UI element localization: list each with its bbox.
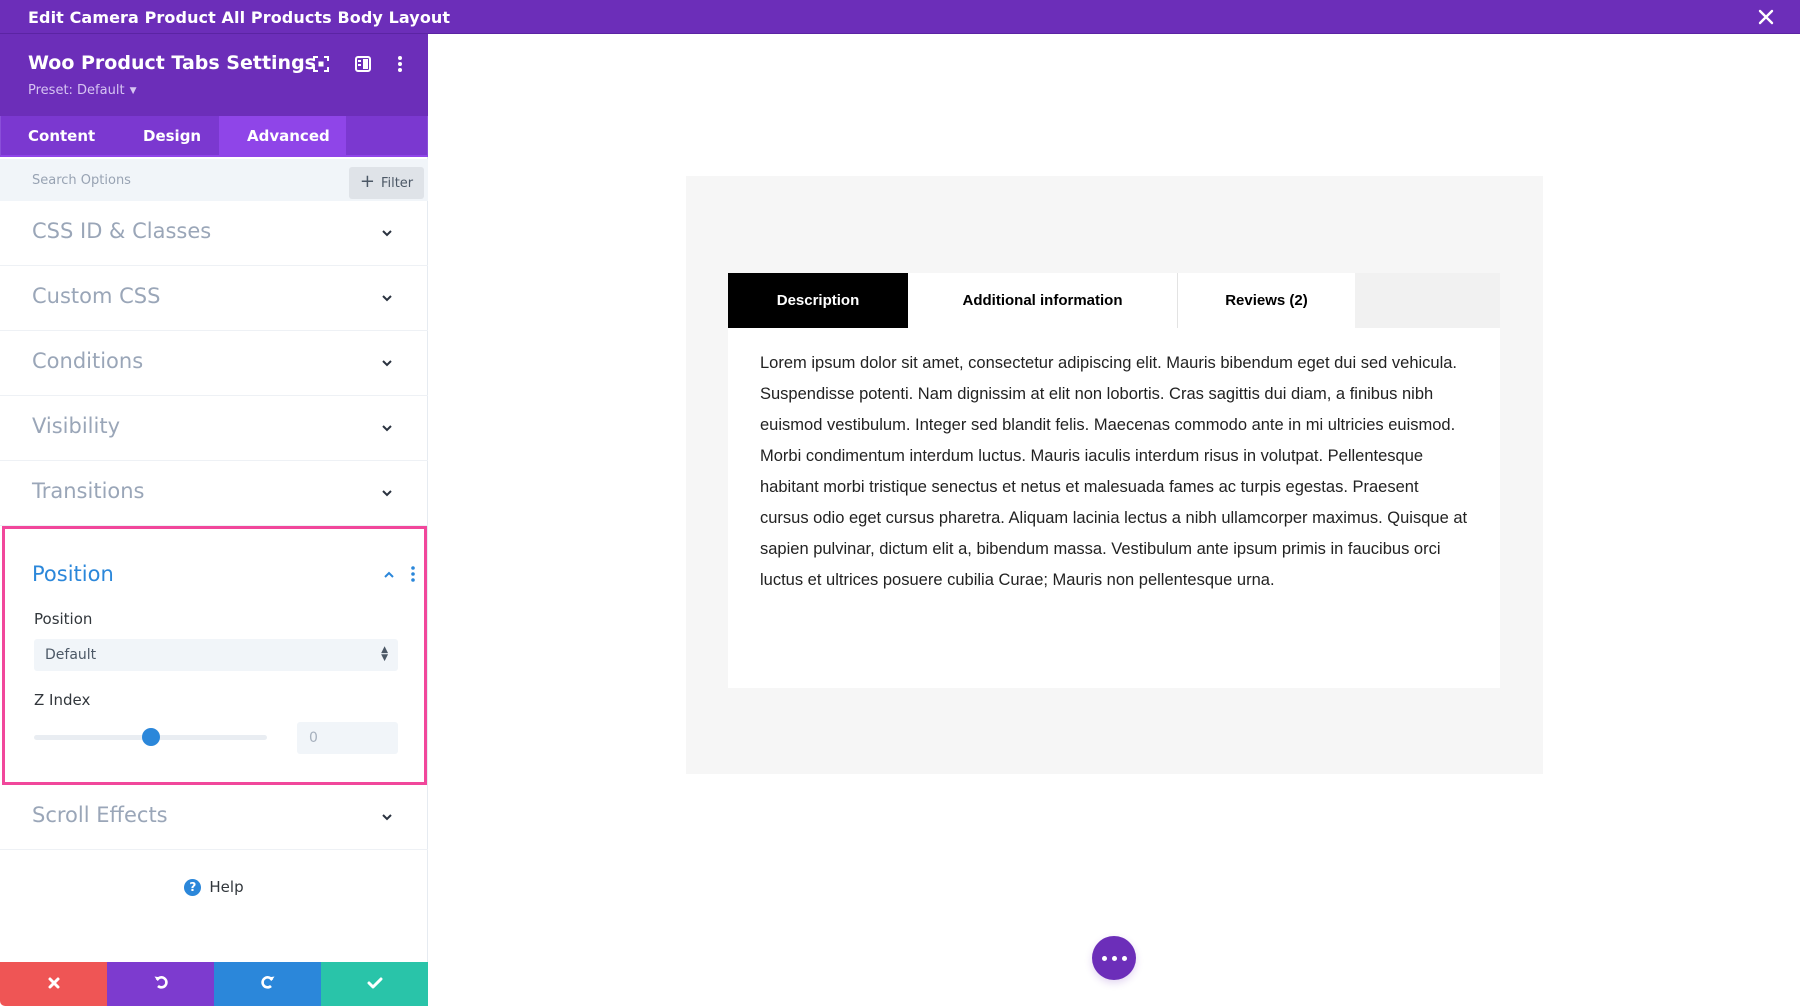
help-icon: ? xyxy=(184,878,202,896)
section-label: Custom CSS xyxy=(32,284,161,308)
section-label: CSS ID & Classes xyxy=(32,219,212,243)
section-custom-css[interactable]: Custom CSS xyxy=(0,266,428,331)
chevron-down-icon xyxy=(380,809,394,823)
section-options-icon[interactable] xyxy=(410,565,416,583)
caret-down-icon: ▼ xyxy=(129,86,137,96)
tab-design[interactable]: Design xyxy=(115,116,219,155)
chevron-down-icon xyxy=(380,420,394,434)
sidebar-header: Woo Product Tabs Settings Preset: Defaul… xyxy=(0,34,428,116)
section-label: Visibility xyxy=(32,414,121,438)
filter-button[interactable]: + Filter xyxy=(349,167,424,199)
section-label: Scroll Effects xyxy=(32,803,168,827)
z-index-slider-thumb[interactable] xyxy=(141,728,160,746)
sidebar-footer xyxy=(0,962,428,1006)
redo-button[interactable] xyxy=(214,962,321,1006)
product-tab-panel: Lorem ipsum dolor sit amet, consectetur … xyxy=(728,328,1500,688)
section-conditions[interactable]: Conditions xyxy=(0,331,428,396)
chevron-down-icon xyxy=(380,290,394,304)
section-scroll-effects[interactable]: Scroll Effects xyxy=(0,785,428,850)
product-tab-reviews[interactable]: Reviews (2) xyxy=(1178,273,1355,328)
window-title: Edit Camera Product All Products Body La… xyxy=(28,8,451,27)
close-icon[interactable] xyxy=(1754,5,1778,29)
z-index-input[interactable] xyxy=(297,722,398,754)
help-link[interactable]: ? Help xyxy=(0,878,428,896)
more-dots-icon xyxy=(1121,955,1127,961)
select-arrows-icon: ▲ ▼ xyxy=(381,645,388,663)
search-options-input[interactable] xyxy=(0,159,340,201)
position-select-value: Default xyxy=(45,647,97,663)
focus-mode-icon[interactable] xyxy=(311,54,331,74)
product-tab-description[interactable]: Description xyxy=(728,273,908,328)
section-transitions[interactable]: Transitions xyxy=(0,461,428,526)
discard-button[interactable] xyxy=(0,962,107,1006)
z-index-label: Z Index xyxy=(34,691,91,709)
section-visibility[interactable]: Visibility xyxy=(0,396,428,461)
close-icon xyxy=(47,975,61,994)
chevron-up-icon[interactable] xyxy=(382,567,396,581)
save-button[interactable] xyxy=(321,962,428,1006)
help-label: Help xyxy=(209,878,244,896)
more-dots-icon xyxy=(1111,955,1117,961)
chevron-down-icon xyxy=(380,225,394,239)
preset-label: Preset: Default xyxy=(28,83,125,98)
split-view-icon[interactable] xyxy=(353,54,373,74)
more-options-icon[interactable] xyxy=(390,54,410,74)
chevron-down-icon xyxy=(380,485,394,499)
plus-icon: + xyxy=(359,171,375,192)
settings-sidebar: Woo Product Tabs Settings Preset: Defaul… xyxy=(0,34,428,1006)
section-label: Transitions xyxy=(32,479,145,503)
preset-dropdown[interactable]: Preset: Default ▼ xyxy=(28,83,136,98)
check-icon xyxy=(367,975,383,994)
position-field-label: Position xyxy=(34,610,93,628)
section-css-id-classes[interactable]: CSS ID & Classes xyxy=(0,201,428,266)
filter-label: Filter xyxy=(380,175,414,191)
page-settings-button[interactable] xyxy=(1092,936,1136,980)
top-bar: Edit Camera Product All Products Body La… xyxy=(0,0,1800,34)
module-title: Woo Product Tabs Settings xyxy=(28,52,316,74)
section-position: Position Position Default ▲ ▼ Z Index xyxy=(2,526,427,785)
search-row: + Filter xyxy=(0,159,428,201)
settings-tabs: Content Design Advanced xyxy=(0,116,428,157)
undo-button[interactable] xyxy=(107,962,214,1006)
tab-advanced[interactable]: Advanced xyxy=(219,116,346,155)
more-dots-icon xyxy=(1101,955,1107,961)
product-tabs-bar: Description Additional information Revie… xyxy=(728,273,1500,328)
chevron-down-icon xyxy=(380,355,394,369)
undo-icon xyxy=(153,974,169,994)
tab-content[interactable]: Content xyxy=(1,116,115,155)
position-select[interactable]: Default ▲ ▼ xyxy=(34,639,398,671)
section-position-title[interactable]: Position xyxy=(32,562,114,586)
product-tab-additional-information[interactable]: Additional information xyxy=(908,273,1178,328)
redo-icon xyxy=(260,974,276,994)
section-label: Conditions xyxy=(32,349,144,373)
woo-product-tabs-module: Description Additional information Revie… xyxy=(728,273,1500,688)
description-text: Lorem ipsum dolor sit amet, consectetur … xyxy=(760,354,1468,589)
